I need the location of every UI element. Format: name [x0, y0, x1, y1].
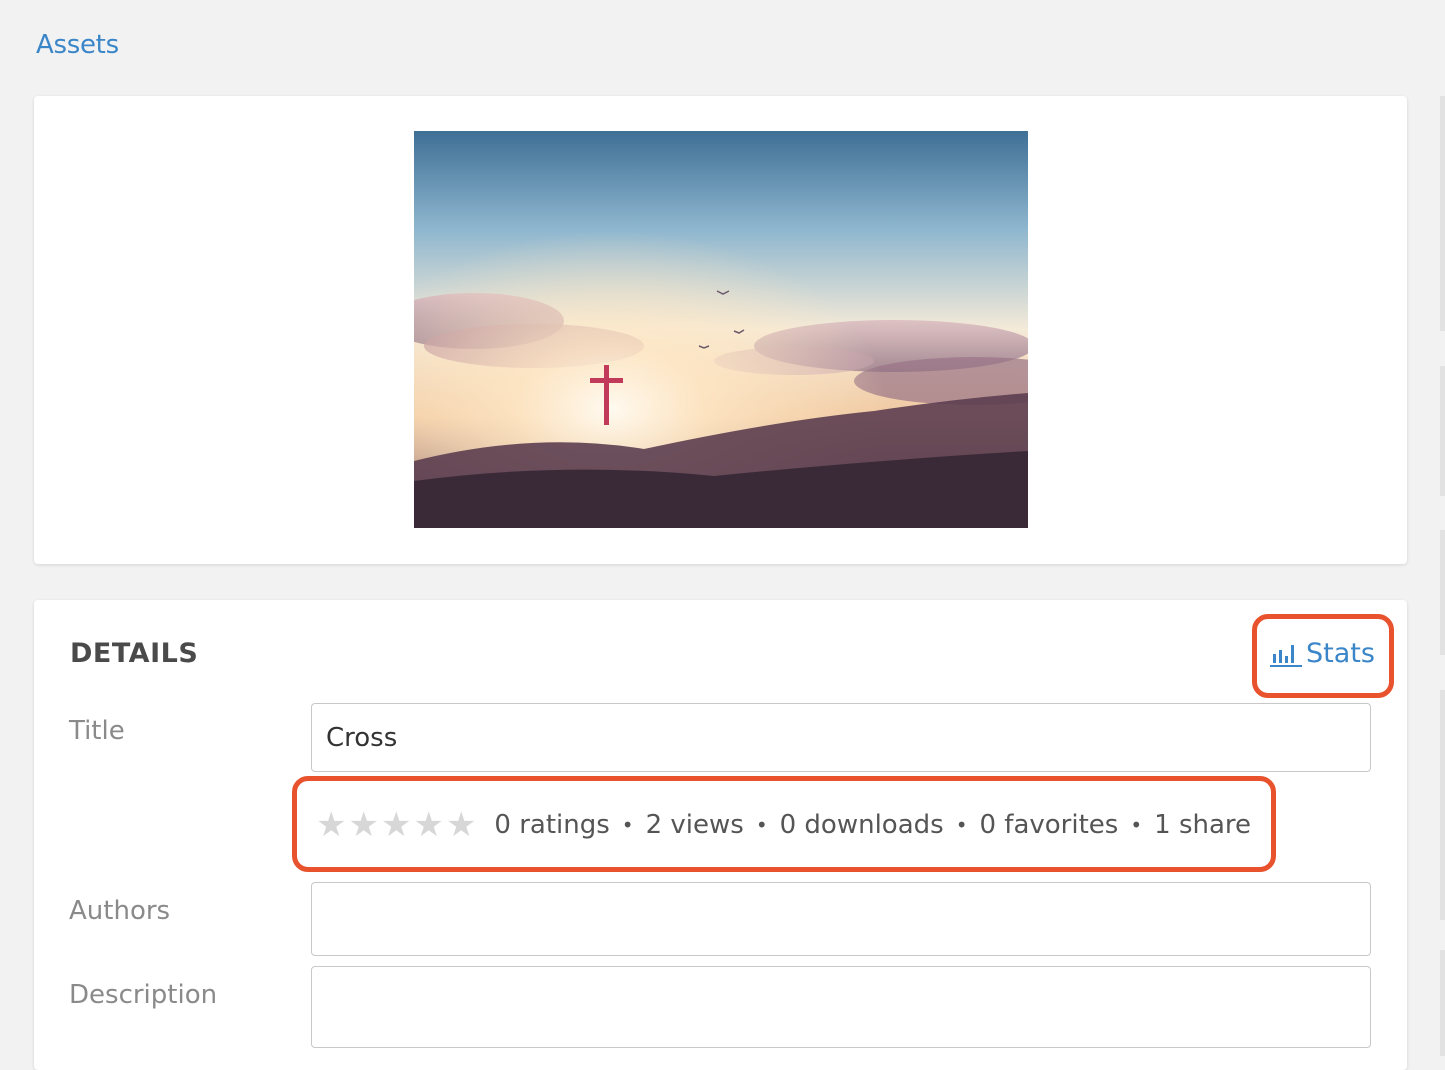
shares-count: 1 share: [1154, 810, 1252, 840]
separator-dot: •: [755, 813, 768, 837]
details-heading: DETAILS: [70, 638, 199, 669]
description-field[interactable]: [311, 966, 1371, 1048]
separator-dot: •: [1130, 813, 1143, 837]
stats-label: Stats: [1306, 638, 1375, 669]
downloads-count: 0 downloads: [779, 810, 944, 840]
star-icon[interactable]: ★: [316, 808, 346, 842]
asset-image[interactable]: [414, 131, 1028, 528]
star-rating[interactable]: ★ ★ ★ ★ ★: [316, 808, 476, 842]
stats-button[interactable]: Stats: [1270, 638, 1375, 669]
star-icon[interactable]: ★: [348, 808, 378, 842]
side-panel-edge: [1440, 530, 1445, 655]
title-field[interactable]: [311, 703, 1371, 772]
bar-chart-icon: [1270, 644, 1302, 667]
side-panel-edge: [1440, 950, 1445, 1056]
image-preview-card: [34, 96, 1407, 564]
title-label: Title: [69, 716, 125, 746]
separator-dot: •: [955, 813, 968, 837]
asset-stats-row: ★ ★ ★ ★ ★ 0 ratings • 2 views • 0 downlo…: [316, 808, 1251, 842]
star-icon[interactable]: ★: [381, 808, 411, 842]
side-panel-edge: [1440, 366, 1445, 496]
views-count: 2 views: [645, 810, 744, 840]
favorites-count: 0 favorites: [979, 810, 1119, 840]
ratings-count: 0 ratings: [494, 810, 610, 840]
breadcrumb-assets[interactable]: Assets: [36, 30, 119, 60]
description-label: Description: [69, 980, 218, 1010]
separator-dot: •: [621, 813, 634, 837]
details-card: DETAILS Stats Title ★ ★ ★ ★ ★ 0 ratings …: [34, 600, 1407, 1070]
side-panel-edge: [1440, 96, 1445, 331]
star-icon[interactable]: ★: [446, 808, 476, 842]
star-icon[interactable]: ★: [413, 808, 443, 842]
side-panel-edge: [1440, 690, 1445, 920]
authors-field[interactable]: [311, 882, 1371, 956]
authors-label: Authors: [69, 896, 171, 926]
